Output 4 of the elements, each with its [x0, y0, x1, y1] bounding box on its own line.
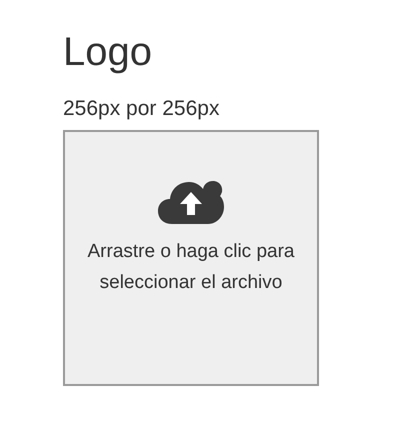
size-hint: 256px por 256px: [63, 96, 220, 122]
upload-dropzone[interactable]: Arrastre o haga clic para seleccionar el archivo: [63, 130, 319, 386]
cloud-upload-icon: [158, 178, 224, 224]
section-title: Logo: [63, 29, 153, 76]
